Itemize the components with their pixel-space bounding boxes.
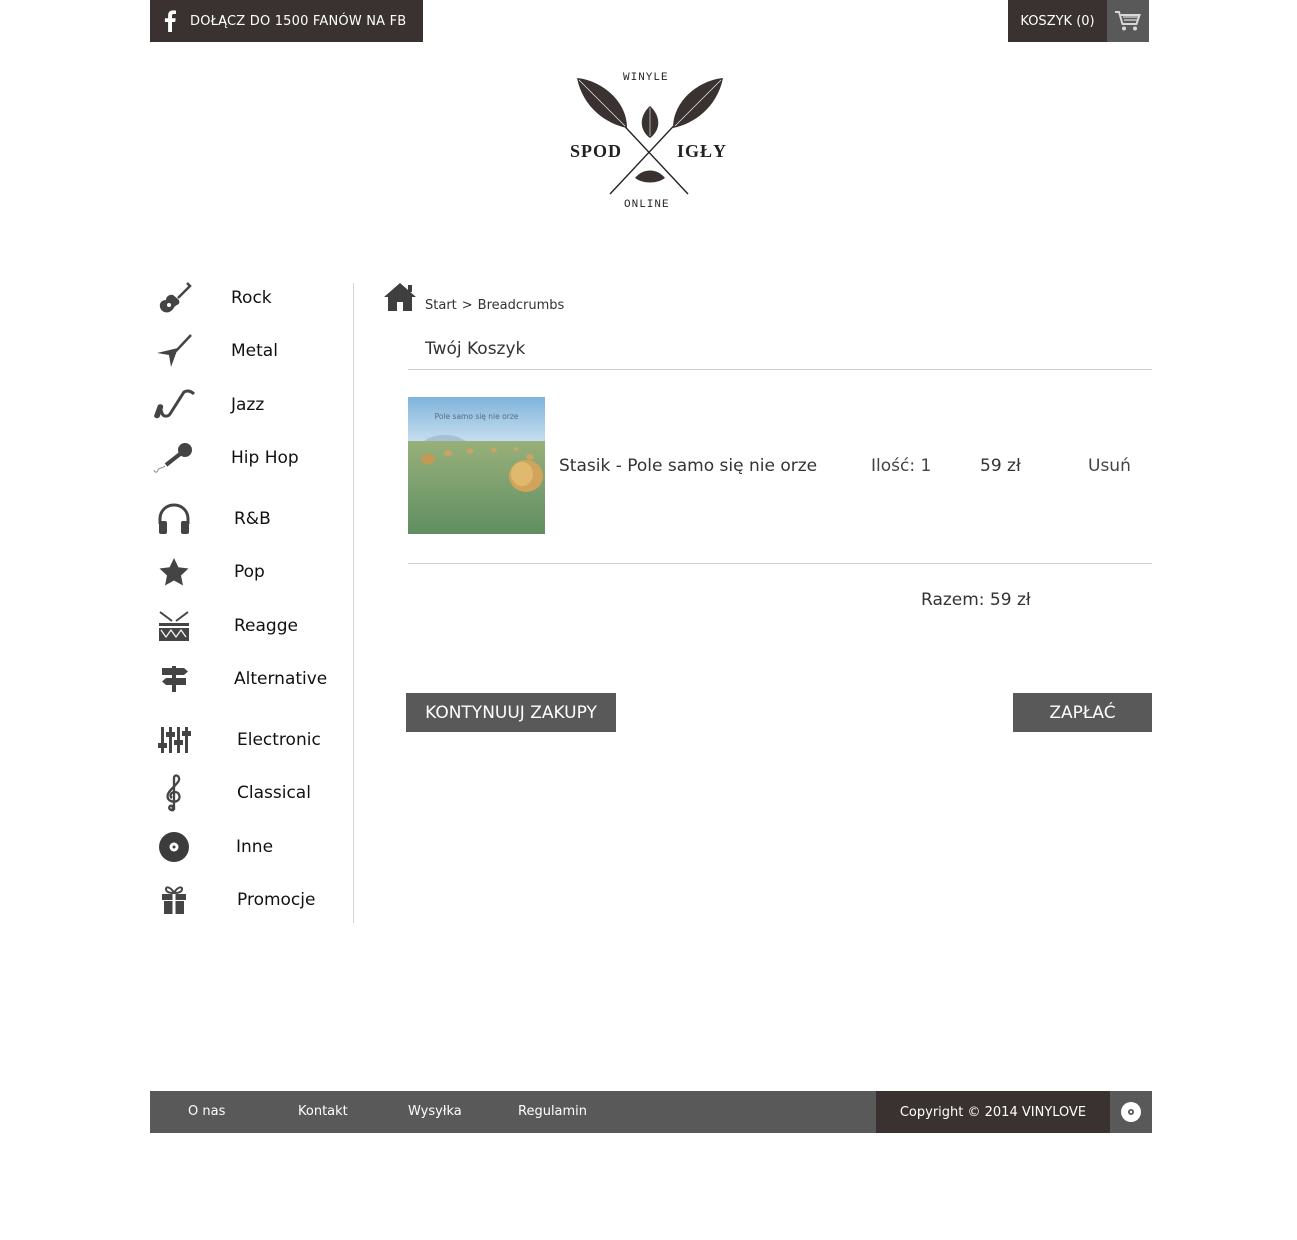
continue-shopping-button[interactable]: KONTYNUUJ ZAKUPY xyxy=(406,693,616,732)
home-icon[interactable] xyxy=(383,281,417,313)
divider xyxy=(408,563,1152,564)
sidebar-item-label: Promocje xyxy=(237,890,316,910)
cart-button[interactable]: KOSZYK (0) xyxy=(1008,0,1149,42)
star-icon xyxy=(150,552,198,592)
sidebar-item-jazz[interactable]: Jazz xyxy=(150,385,350,425)
footer: O nas Kontakt Wysyłka Regulamin Copyrigh… xyxy=(150,1091,1152,1133)
pay-button[interactable]: ZAPŁAĆ xyxy=(1013,693,1152,732)
footer-link-contact[interactable]: Kontakt xyxy=(298,1104,348,1119)
sidebar-item-rock[interactable]: Rock xyxy=(150,278,350,318)
shopping-cart-icon xyxy=(1107,0,1149,42)
album-cover-image[interactable]: Pole samo się nie orze xyxy=(408,397,545,534)
sidebar-item-inne[interactable]: Inne xyxy=(150,827,350,867)
saxophone-icon xyxy=(150,385,198,425)
breadcrumb-current: Breadcrumbs xyxy=(477,298,565,313)
sidebar-item-pop[interactable]: Pop xyxy=(150,552,350,592)
remove-item-button[interactable]: Usuń xyxy=(1088,456,1131,476)
facebook-icon xyxy=(150,0,190,42)
cart-total: Razem: 59 zł xyxy=(921,590,1031,610)
cart-item-price: 59 zł xyxy=(980,456,1021,476)
sidebar-item-hip-hop[interactable]: Hip Hop xyxy=(150,438,350,478)
cart-label: KOSZYK (0) xyxy=(1008,0,1107,42)
flying-v-guitar-icon xyxy=(150,331,198,371)
sidebar-item-label: Metal xyxy=(231,341,278,361)
sidebar-item-metal[interactable]: Metal xyxy=(150,331,350,371)
sidebar-item-label: Hip Hop xyxy=(231,448,299,468)
signpost-icon xyxy=(150,659,198,699)
drum-icon xyxy=(150,606,198,646)
equalizer-icon xyxy=(150,720,198,760)
facebook-join-label: DOŁĄCZ DO 1500 FANÓW NA FB xyxy=(190,13,407,29)
sidebar-item-electronic[interactable]: Electronic xyxy=(150,720,350,760)
logo-top-text: WINYLE xyxy=(623,72,669,84)
gift-icon xyxy=(150,880,198,920)
page-title: Twój Koszyk xyxy=(425,339,526,359)
headphones-icon xyxy=(150,499,198,539)
breadcrumb-separator: > xyxy=(461,298,473,313)
vinyl-disc-icon xyxy=(150,827,198,867)
site-logo[interactable]: WINYLE SPOD IGŁY ONLINE xyxy=(565,68,735,218)
sidebar-item-classical[interactable]: Classical xyxy=(150,773,350,813)
sidebar-item-label: Reagge xyxy=(234,616,298,636)
microphone-icon xyxy=(150,438,198,478)
footer-link-about[interactable]: O nas xyxy=(188,1104,225,1119)
cart-item-quantity: Ilość: 1 xyxy=(871,456,932,476)
treble-clef-icon xyxy=(150,773,198,813)
sidebar-item-label: Pop xyxy=(234,562,265,582)
logo-bottom-text: ONLINE xyxy=(624,199,670,211)
album-cover-text: Pole samo się nie orze xyxy=(435,412,519,421)
sidebar-item-label: Classical xyxy=(237,783,311,803)
sidebar-item-label: Jazz xyxy=(231,395,265,415)
sidebar-item-rnb[interactable]: R&B xyxy=(150,499,350,539)
sidebar-item-label: Electronic xyxy=(237,730,321,750)
vinyl-disc-icon xyxy=(1110,1091,1152,1133)
logo-right-text: IGŁY xyxy=(677,141,728,161)
logo-left-text: SPOD xyxy=(570,141,623,161)
breadcrumb: Start > Breadcrumbs xyxy=(383,281,564,313)
copyright-text: Copyright © 2014 VINYLOVE xyxy=(876,1091,1110,1133)
category-sidebar: Rock Metal Jazz Hip Hop R&B Pop Reagge A… xyxy=(150,282,354,923)
breadcrumb-start-link[interactable]: Start xyxy=(425,298,457,313)
sidebar-item-label: Alternative xyxy=(234,669,328,689)
footer-link-shipping[interactable]: Wysyłka xyxy=(408,1104,462,1119)
sidebar-item-promocje[interactable]: Promocje xyxy=(150,880,350,920)
sidebar-item-label: R&B xyxy=(234,509,271,529)
cart-item-title[interactable]: Stasik - Pole samo się nie orze xyxy=(559,456,817,476)
sidebar-item-label: Rock xyxy=(231,288,272,308)
sidebar-item-alternative[interactable]: Alternative xyxy=(150,659,350,699)
sidebar-item-reagge[interactable]: Reagge xyxy=(150,606,350,646)
facebook-join-button[interactable]: DOŁĄCZ DO 1500 FANÓW NA FB xyxy=(150,0,423,42)
sidebar-item-label: Inne xyxy=(236,837,274,857)
divider xyxy=(408,369,1152,370)
electric-guitar-icon xyxy=(150,278,198,318)
footer-link-terms[interactable]: Regulamin xyxy=(518,1104,587,1119)
